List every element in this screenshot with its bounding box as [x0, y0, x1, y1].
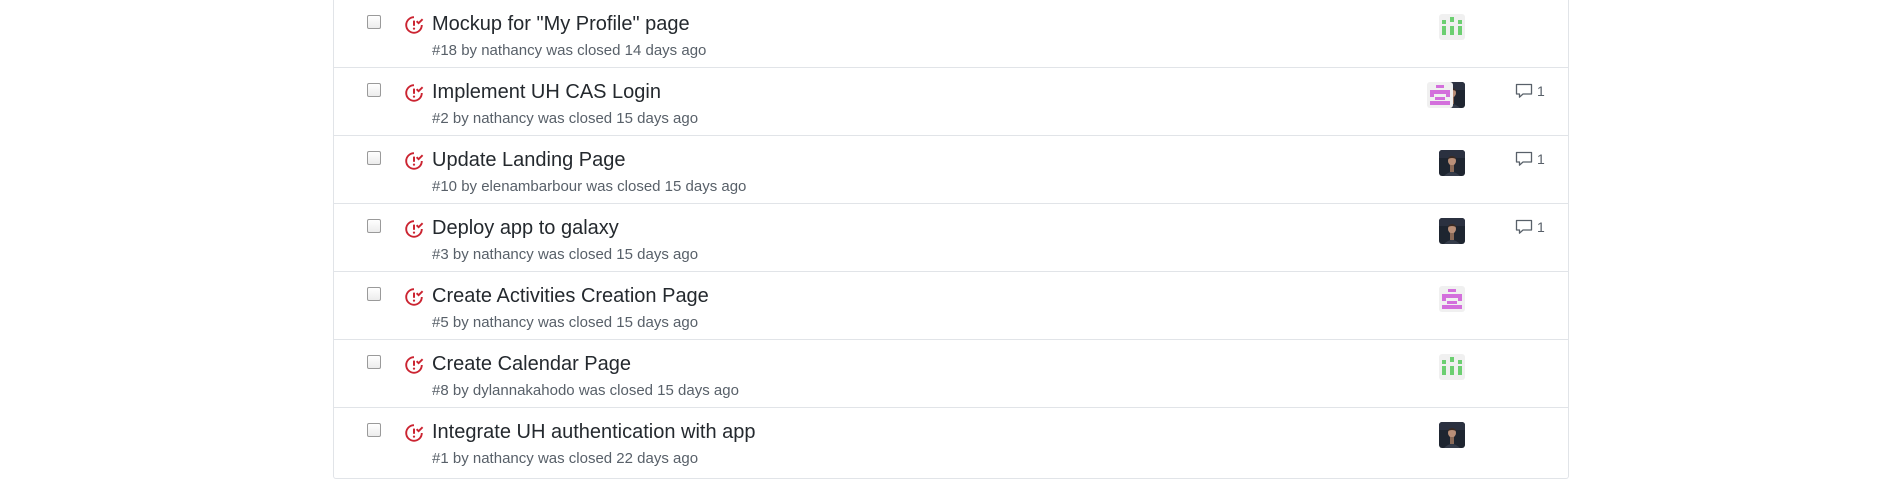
issue-row: Update Landing Page #10 by elenambarbour … [334, 136, 1568, 204]
comment-count: 1 [1537, 83, 1545, 99]
issues-list: Mockup for "My Profile" page #18 by natha… [333, 0, 1569, 479]
issue-row: Deploy app to galaxy #3 by nathancy was c… [334, 204, 1568, 272]
issue-closed-icon [404, 15, 424, 35]
comments-link[interactable]: 1 [1515, 151, 1545, 167]
issue-author-link[interactable]: nathancy [473, 110, 534, 127]
issue-title-link[interactable]: Mockup for "My Profile" page [432, 13, 690, 36]
comment-count: 1 [1537, 219, 1545, 235]
issue-meta: #8 by dylannakahodo was closed 15 days a… [432, 382, 739, 399]
issue-number: #10 [432, 178, 458, 195]
comment-icon [1515, 151, 1537, 167]
issue-closed-icon [404, 287, 424, 307]
issue-number: #1 [432, 450, 449, 467]
issue-select-checkbox[interactable] [367, 151, 381, 165]
assignee-avatars [1439, 14, 1465, 40]
issue-closed-time: was closed 15 days ago [537, 110, 699, 127]
issue-meta: #10 by elenambarbour was closed 15 days … [432, 178, 747, 195]
assignee-avatar[interactable] [1439, 354, 1465, 380]
issue-number: #18 [432, 42, 458, 59]
issue-closed-time: was closed 22 days ago [537, 450, 699, 467]
issue-number: #2 [432, 110, 449, 127]
issue-author-link[interactable]: nathancy [473, 246, 534, 263]
assignee-avatars [1427, 82, 1465, 108]
issue-select-checkbox[interactable] [367, 355, 381, 369]
issue-author-link[interactable]: elenambarbour [481, 178, 582, 195]
issue-closed-icon [404, 83, 424, 103]
issue-closed-icon [404, 219, 424, 239]
issue-meta: #1 by nathancy was closed 22 days ago [432, 450, 699, 467]
assignee-avatar[interactable] [1439, 422, 1465, 448]
issue-closed-time: was closed 15 days ago [537, 314, 699, 331]
issue-closed-time: was closed 15 days ago [578, 382, 739, 399]
issue-title-link[interactable]: Create Calendar Page [432, 353, 631, 376]
comment-count: 1 [1537, 151, 1545, 167]
assignee-avatars [1439, 286, 1465, 312]
issue-select-checkbox[interactable] [367, 287, 381, 301]
issue-author-link[interactable]: nathancy [473, 314, 534, 331]
issue-meta: #2 by nathancy was closed 15 days ago [432, 110, 699, 127]
issue-title-link[interactable]: Integrate UH authentication with app [432, 421, 756, 444]
issue-row: Implement UH CAS Login #2 by nathancy was… [334, 68, 1568, 136]
issue-author-link[interactable]: nathancy [473, 450, 534, 467]
assignee-avatars [1439, 422, 1465, 448]
issue-closed-icon [404, 151, 424, 171]
issue-closed-time: was closed 15 days ago [537, 246, 699, 263]
assignee-avatar[interactable] [1439, 218, 1465, 244]
assignee-avatars [1439, 150, 1465, 176]
comment-icon [1515, 83, 1537, 99]
assignee-avatars [1439, 218, 1465, 244]
assignee-avatar[interactable] [1439, 286, 1465, 312]
issue-closed-time: was closed 14 days ago [546, 42, 707, 59]
issue-author-link[interactable]: dylannakahodo [473, 382, 575, 399]
issue-title-link[interactable]: Create Activities Creation Page [432, 285, 709, 308]
comments-link[interactable]: 1 [1515, 219, 1545, 235]
issue-select-checkbox[interactable] [367, 15, 381, 29]
assignee-avatar[interactable] [1427, 82, 1453, 108]
assignee-avatar[interactable] [1439, 14, 1465, 40]
issue-select-checkbox[interactable] [367, 83, 381, 97]
issue-row: Create Activities Creation Page #5 by nat… [334, 272, 1568, 340]
issue-meta: #18 by nathancy was closed 14 days ago [432, 42, 707, 59]
issue-row: Integrate UH authentication with app #1 b… [334, 408, 1568, 475]
issue-row: Create Calendar Page #8 by dylannakahodo … [334, 340, 1568, 408]
issue-number: #8 [432, 382, 449, 399]
issue-number: #3 [432, 246, 449, 263]
comments-link[interactable]: 1 [1515, 83, 1545, 99]
issue-title-link[interactable]: Implement UH CAS Login [432, 81, 661, 104]
issue-select-checkbox[interactable] [367, 219, 381, 233]
issue-author-link[interactable]: nathancy [481, 42, 542, 59]
assignee-avatar[interactable] [1439, 150, 1465, 176]
issue-closed-icon [404, 355, 424, 375]
issue-meta: #5 by nathancy was closed 15 days ago [432, 314, 699, 331]
issue-row: Mockup for "My Profile" page #18 by natha… [334, 0, 1568, 68]
issue-closed-time: was closed 15 days ago [586, 178, 747, 195]
issue-meta: #3 by nathancy was closed 15 days ago [432, 246, 699, 263]
issue-number: #5 [432, 314, 449, 331]
issue-closed-icon [404, 423, 424, 443]
comment-icon [1515, 219, 1537, 235]
issue-title-link[interactable]: Deploy app to galaxy [432, 217, 619, 240]
issue-select-checkbox[interactable] [367, 423, 381, 437]
issue-title-link[interactable]: Update Landing Page [432, 149, 626, 172]
assignee-avatars [1439, 354, 1465, 380]
